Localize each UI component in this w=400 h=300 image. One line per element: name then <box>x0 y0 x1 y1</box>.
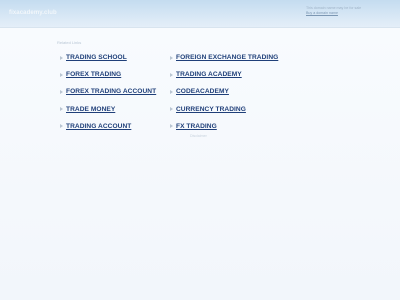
link-label: TRADING ACCOUNT <box>66 122 132 130</box>
right-link-column: FOREIGN EXCHANGE TRADING TRADING ACADEMY… <box>170 49 278 135</box>
header-bar: fixacademy.club This domain name may be … <box>0 0 400 28</box>
link-trading-account[interactable]: TRADING ACCOUNT <box>60 118 156 135</box>
link-currency-trading[interactable]: CURRENCY TRADING <box>170 101 278 118</box>
link-label: TRADING ACADEMY <box>176 71 242 79</box>
arrow-icon <box>170 124 173 129</box>
site-title: fixacademy.club <box>9 10 57 16</box>
arrow-icon <box>170 55 173 60</box>
related-links-label: Related Links <box>57 40 82 45</box>
link-forex-trading[interactable]: FOREX TRADING <box>60 66 156 83</box>
domain-notice: This domain name may be for sale Buy a d… <box>306 6 394 15</box>
arrow-icon <box>60 89 63 94</box>
link-label: FOREX TRADING ACCOUNT <box>66 88 157 96</box>
link-label: TRADE MONEY <box>66 105 116 113</box>
link-label: FOREIGN EXCHANGE TRADING <box>176 54 279 62</box>
link-label: CODEACADEMY <box>176 88 229 96</box>
link-label: FX TRADING <box>176 122 217 130</box>
link-trade-money[interactable]: TRADE MONEY <box>60 101 156 118</box>
disclaimer-link[interactable]: Disclaimer <box>190 134 207 138</box>
left-link-column: TRADING SCHOOL FOREX TRADING FOREX TRADI… <box>60 49 156 135</box>
arrow-icon <box>170 107 173 112</box>
link-forex-trading-account[interactable]: FOREX TRADING ACCOUNT <box>60 83 156 100</box>
link-trading-school[interactable]: TRADING SCHOOL <box>60 49 156 66</box>
link-trading-academy[interactable]: TRADING ACADEMY <box>170 66 278 83</box>
arrow-icon <box>60 55 63 60</box>
link-codeacademy[interactable]: CODEACADEMY <box>170 83 278 100</box>
notice-link[interactable]: Buy a domain name <box>306 11 394 16</box>
link-label: FOREX TRADING <box>66 71 122 79</box>
arrow-icon <box>60 107 63 112</box>
arrow-icon <box>170 72 173 77</box>
notice-text: This domain name may be for sale <box>306 6 362 10</box>
link-foreign-exchange-trading[interactable]: FOREIGN EXCHANGE TRADING <box>170 49 278 66</box>
link-label: CURRENCY TRADING <box>176 105 246 113</box>
arrow-icon <box>170 89 173 94</box>
arrow-icon <box>60 72 63 77</box>
link-label: TRADING SCHOOL <box>66 54 127 62</box>
link-fx-trading[interactable]: FX TRADING <box>170 118 278 135</box>
arrow-icon <box>60 124 63 129</box>
